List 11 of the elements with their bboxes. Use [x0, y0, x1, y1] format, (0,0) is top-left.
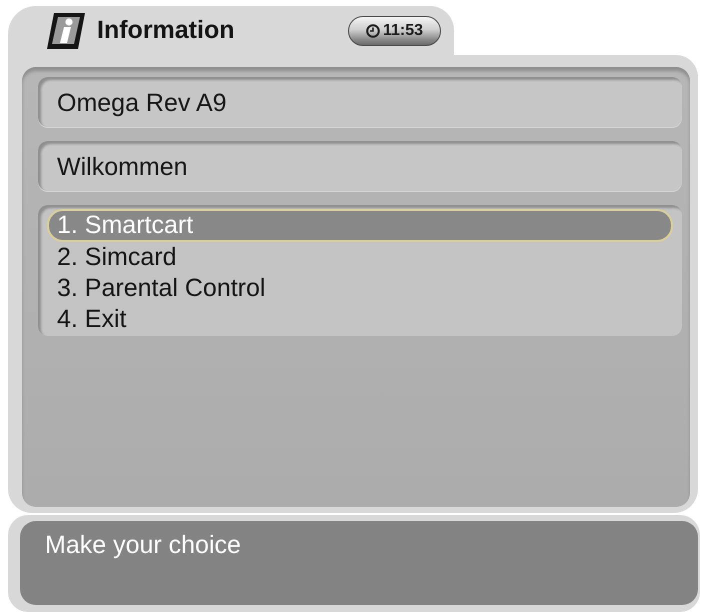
menu-item[interactable]: 4. Exit [47, 304, 673, 335]
window-title: Information [97, 16, 234, 45]
menu-item[interactable]: 3. Parental Control [47, 273, 673, 304]
info-icon [47, 12, 85, 48]
menu-item[interactable]: 2. Simcard [47, 242, 673, 273]
info-panel: Wilkommen [38, 141, 682, 191]
info-panel: Omega Rev A9 [38, 77, 682, 127]
clock-time: 11:53 [382, 22, 424, 40]
menu-item[interactable]: 1. Smartcart [47, 209, 673, 242]
status-bar: Make your choice [20, 521, 698, 605]
clock-icon [366, 24, 380, 38]
